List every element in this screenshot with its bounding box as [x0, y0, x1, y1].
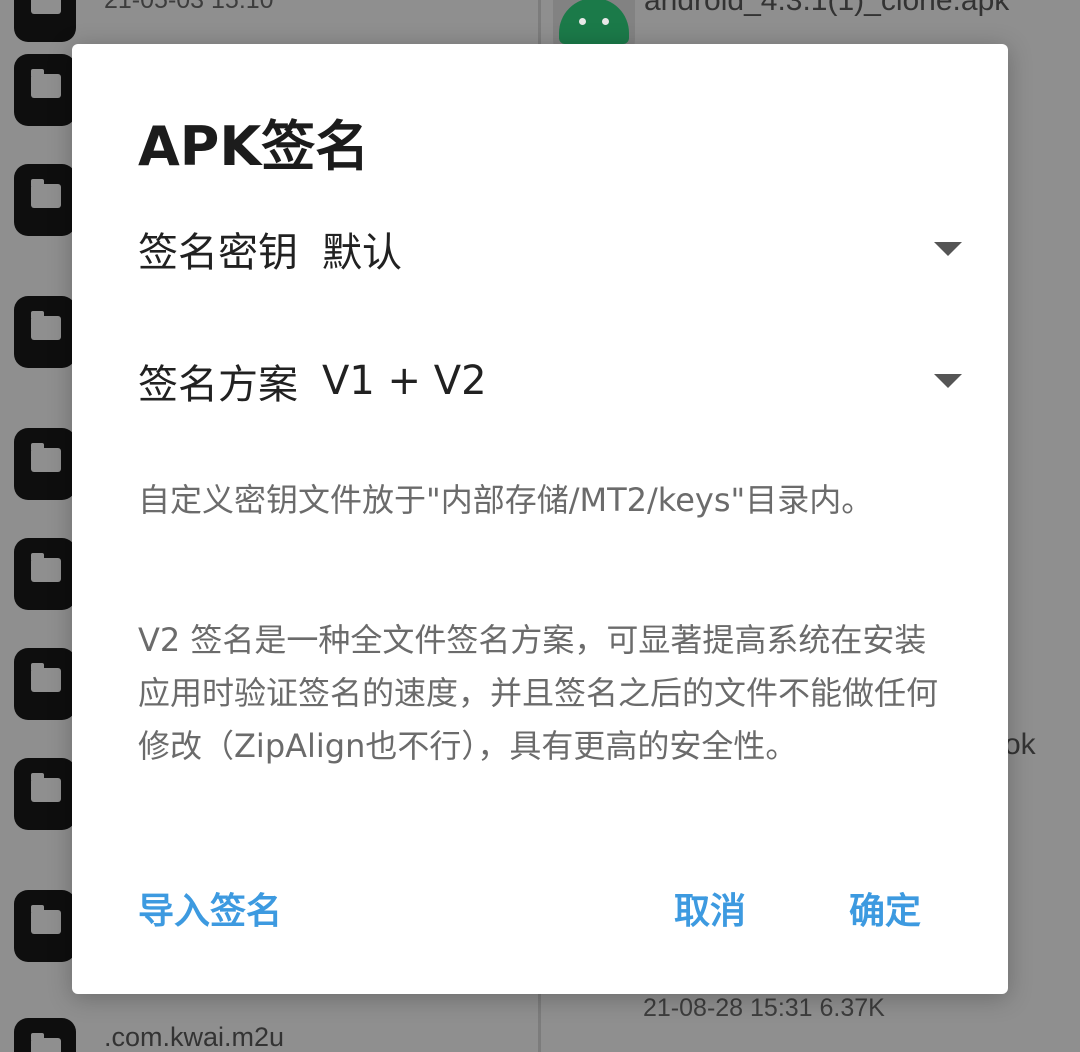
custom-key-note: 自定义密钥文件放于"内部存储/MT2/keys"目录内。	[138, 481, 874, 519]
dropdown-arrow-icon[interactable]	[934, 242, 962, 256]
signing-key-label: 签名密钥	[138, 230, 298, 276]
file-meta: 21-08-28 15:31 6.37K	[643, 994, 885, 1022]
folder-icon[interactable]	[14, 648, 76, 720]
signing-scheme-select[interactable]: 签名方案 V1 + V2	[138, 336, 968, 426]
folder-icon[interactable]	[14, 164, 76, 236]
confirm-button[interactable]: 确定	[849, 882, 921, 934]
folder-name[interactable]: .com.kwai.m2u	[104, 1022, 284, 1052]
folder-icon[interactable]	[14, 538, 76, 610]
apk-file-name[interactable]: android_4.3.1(1)_clone.apk	[644, 0, 1009, 18]
folder-icon[interactable]	[14, 890, 76, 962]
v2-scheme-note: V2 签名是一种全文件签名方案，可显著提高系统在安装应用时验证签名的速度，并且签…	[138, 621, 939, 765]
cancel-button[interactable]: 取消	[674, 882, 746, 934]
folder-icon[interactable]	[14, 54, 76, 126]
folder-icon[interactable]	[14, 428, 76, 500]
folder-icon[interactable]	[14, 0, 76, 42]
dropdown-arrow-icon[interactable]	[934, 374, 962, 388]
dialog-title: APK签名	[138, 115, 370, 178]
folder-icon[interactable]	[14, 1018, 76, 1052]
file-name-partial: ok	[1004, 728, 1036, 761]
signing-key-select[interactable]: 签名密钥 默认	[138, 204, 968, 294]
signing-scheme-value: V1 + V2	[322, 358, 487, 404]
file-timestamp: 21-05-03 15:10	[104, 0, 274, 14]
signing-scheme-label: 签名方案	[138, 362, 298, 408]
signing-key-value: 默认	[322, 230, 402, 276]
import-signature-button[interactable]: 导入签名	[138, 882, 282, 934]
folder-icon[interactable]	[14, 758, 76, 830]
apk-sign-dialog: APK签名 签名密钥 默认 签名方案 V1 + V2 自定义密钥文件放于"内部存…	[72, 44, 1008, 994]
folder-icon[interactable]	[14, 296, 76, 368]
